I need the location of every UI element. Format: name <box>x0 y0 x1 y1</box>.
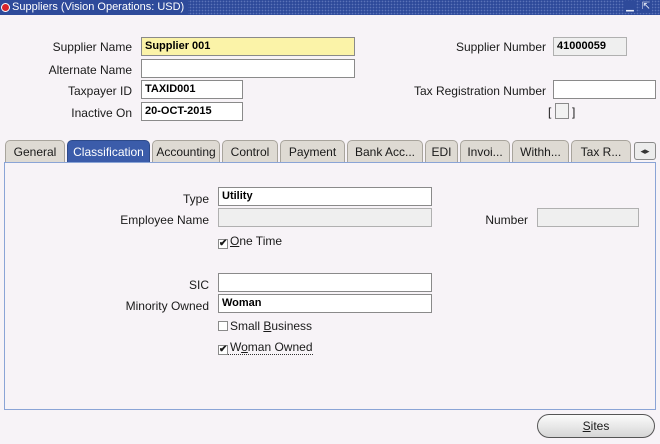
app-icon <box>1 3 10 12</box>
small-business-label-end: usiness <box>271 319 313 333</box>
woman-owned-checkbox[interactable]: ✔ Woman Owned <box>218 339 313 355</box>
taxpayer-id-field[interactable]: TAXID001 <box>141 80 243 99</box>
number-label: Number <box>485 213 528 227</box>
taxpayer-id-label: Taxpayer ID <box>67 84 132 98</box>
maximize-icon[interactable]: ⇱ <box>640 1 652 13</box>
sites-mnemonic: S <box>582 419 591 433</box>
inactive-on-label: Inactive On <box>71 106 132 120</box>
minority-owned-field[interactable]: Woman <box>218 294 432 313</box>
supplier-name-label: Supplier Name <box>52 40 132 54</box>
window-title-area: Suppliers (Vision Operations: USD) <box>0 0 189 15</box>
tax-registration-field[interactable] <box>553 80 656 99</box>
small-business-label-start: Small <box>230 319 264 333</box>
one-time-check-icon: ✔ <box>218 238 228 249</box>
small-business-checkbox[interactable]: Small Business <box>218 318 312 334</box>
window-title: Suppliers (Vision Operations: USD) <box>12 1 185 13</box>
tab-control[interactable]: Control <box>222 140 278 163</box>
woman-owned-label-end: man Owned <box>247 340 313 354</box>
woman-owned-label-start: W <box>230 340 242 354</box>
one-time-mnemonic: O <box>230 234 240 248</box>
sic-label: SIC <box>188 278 209 292</box>
tab-classification[interactable]: Classification <box>67 140 150 163</box>
sites-button[interactable]: Sites <box>537 414 655 438</box>
tab-general[interactable]: General <box>5 140 65 163</box>
tax-registration-label: Tax Registration Number <box>413 84 546 98</box>
tab-scroll-icon[interactable]: ◂▸ <box>634 142 656 160</box>
descriptive-flexfield-box[interactable] <box>555 103 569 119</box>
tab-payment[interactable]: Payment <box>280 140 345 163</box>
descriptive-flexfield-bracket-open: [ <box>548 105 552 119</box>
small-business-check-box <box>218 321 228 331</box>
one-time-checkbox[interactable]: ✔ One Time <box>218 233 282 249</box>
employee-name-field[interactable] <box>218 208 432 227</box>
window-titlebar: Suppliers (Vision Operations: USD) ▁ ⇱ <box>0 0 660 15</box>
tab-tax-reporting[interactable]: Tax R... <box>571 140 631 163</box>
alternate-name-field[interactable] <box>141 59 355 78</box>
woman-owned-check-icon: ✔ <box>218 344 228 355</box>
sites-label: ites <box>590 419 610 433</box>
tab-withholding[interactable]: Withh... <box>512 140 569 163</box>
type-label: Type <box>182 192 209 206</box>
inactive-on-field[interactable]: 20-OCT-2015 <box>141 102 243 121</box>
number-field[interactable] <box>537 208 639 227</box>
descriptive-flexfield-bracket-close: ] <box>572 105 576 119</box>
supplier-number-label: Supplier Number <box>455 40 546 54</box>
alternate-name-label: Alternate Name <box>48 63 132 77</box>
type-field[interactable]: Utility <box>218 187 432 206</box>
tab-accounting[interactable]: Accounting <box>152 140 220 163</box>
minimize-icon[interactable]: ▁ <box>624 1 636 13</box>
employee-name-label: Employee Name <box>120 213 209 227</box>
tab-invoice[interactable]: Invoi... <box>460 140 510 163</box>
supplier-number-field[interactable]: 41000059 <box>553 37 627 56</box>
woman-owned-mnemonic: o <box>241 340 248 354</box>
supplier-name-field[interactable]: Supplier 001 <box>141 37 355 56</box>
tab-bank-accounts[interactable]: Bank Acc... <box>347 140 423 163</box>
sic-field[interactable] <box>218 273 432 292</box>
one-time-label: ne Time <box>239 234 283 248</box>
tab-edi[interactable]: EDI <box>425 140 458 163</box>
minority-owned-label: Minority Owned <box>125 299 209 313</box>
